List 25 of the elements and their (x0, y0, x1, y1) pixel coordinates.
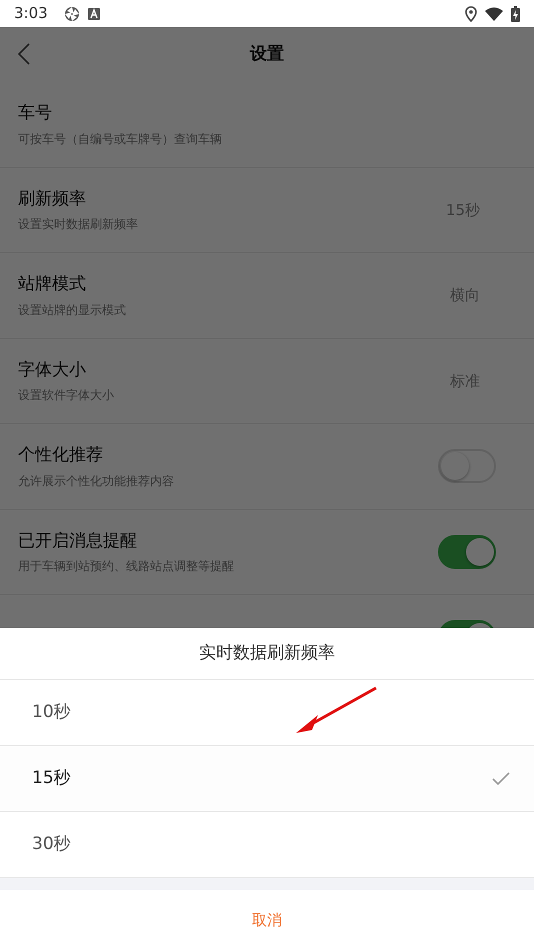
setting-title: 车号 (18, 102, 53, 125)
option-label: 10秒 (32, 700, 71, 724)
setting-description: 用于车辆到站预约、线路站点调整等提醒 (18, 558, 234, 575)
setting-title: 站牌模式 (18, 273, 87, 296)
aperture-icon (64, 6, 80, 22)
toggle-switch[interactable] (438, 534, 496, 569)
back-icon[interactable] (18, 43, 30, 65)
setting-description: 设置实时数据刷新频率 (18, 216, 138, 233)
setting-description: 设置软件字体大小 (18, 387, 114, 404)
wifi-icon (485, 6, 503, 20)
location-icon (465, 6, 477, 22)
status-time: 3:03 (14, 3, 48, 24)
page-title: 设置 (250, 42, 284, 66)
option-label: 15秒 (32, 766, 71, 790)
keyboard-icon (88, 8, 100, 20)
setting-description: 允许展示个性化功能推荐内容 (18, 472, 174, 490)
check-icon (492, 772, 510, 786)
setting-title: 字体大小 (18, 358, 87, 382)
battery-icon (511, 6, 520, 22)
setting-title: 已开启消息提醒 (18, 530, 138, 552)
setting-description: 设置站牌的显示模式 (18, 302, 126, 318)
setting-title: 刷新频率 (18, 188, 87, 210)
setting-title: 个性化推荐 (18, 444, 104, 467)
option-label: 30秒 (32, 832, 71, 856)
setting-description: 可按车号（自编号或车牌号）查询车辆 (18, 130, 222, 148)
